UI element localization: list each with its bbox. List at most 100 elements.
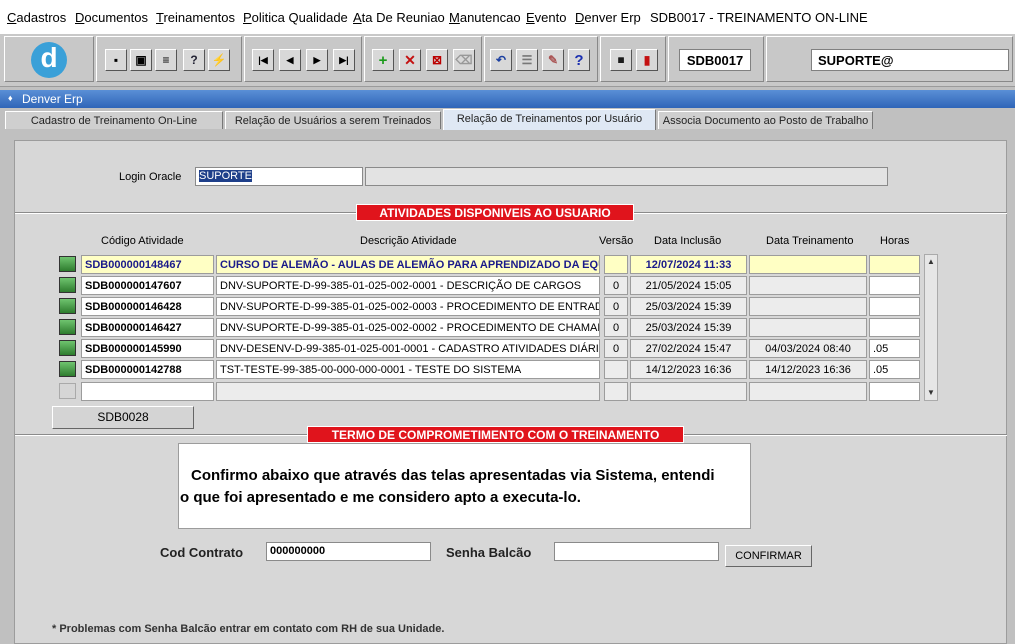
cell-date-training[interactable] [749, 276, 867, 295]
header-code: Código Atividade [101, 235, 184, 247]
cell-description[interactable]: DNV-DESENV-D-99-385-01-025-001-0001 - CA… [216, 339, 600, 358]
cell-code[interactable]: SDB000000145990 [81, 339, 214, 358]
clear-icon[interactable]: ⌫ [453, 49, 475, 71]
cell-hours[interactable] [869, 255, 920, 274]
cell-date-inclusion[interactable]: 27/02/2024 15:47 [630, 339, 747, 358]
edit-icon[interactable]: ✎ [542, 49, 564, 71]
contract-label: Cod Contrato [160, 545, 244, 560]
undo-icon[interactable]: ↶ [490, 49, 512, 71]
query-icon[interactable]: ? [183, 49, 205, 71]
scroll-down-icon[interactable]: ▼ [925, 386, 937, 400]
list-icon[interactable]: ☰ [516, 49, 538, 71]
cell-version[interactable]: 0 [604, 318, 628, 337]
cell-date-inclusion[interactable]: 25/03/2024 15:39 [630, 297, 747, 316]
menu-denver-erp[interactable]: Denver Erp [575, 10, 641, 25]
row-select-icon[interactable] [59, 256, 76, 272]
terms-line-1: Confirmo abaixo que através das telas ap… [191, 467, 715, 484]
cell-version[interactable] [604, 360, 628, 379]
password-input[interactable] [554, 542, 719, 561]
menu-politica-qualidade[interactable]: Politica Qualidade [243, 10, 348, 25]
cell-code[interactable]: SDB000000146428 [81, 297, 214, 316]
cell-hours[interactable]: .05 [869, 360, 920, 379]
menu-ata-de-reuniao[interactable]: Ata De Reuniao [353, 10, 445, 25]
cell-description[interactable]: DNV-SUPORTE-D-99-385-01-025-002-0001 - D… [216, 276, 600, 295]
confirm-button[interactable]: CONFIRMAR [725, 545, 812, 567]
cell-code[interactable] [81, 382, 214, 401]
cell-date-inclusion[interactable]: 25/03/2024 15:39 [630, 318, 747, 337]
cell-date-inclusion[interactable]: 21/05/2024 15:05 [630, 276, 747, 295]
window-title: Denver Erp [22, 92, 83, 106]
denver-logo: d [31, 42, 67, 78]
row-select-icon[interactable] [59, 319, 76, 335]
login-input[interactable]: SUPORTE [195, 167, 363, 186]
row-select-icon[interactable] [59, 361, 76, 377]
cell-version[interactable]: 0 [604, 339, 628, 358]
cell-hours[interactable] [869, 382, 920, 401]
cell-code[interactable]: SDB000000142788 [81, 360, 214, 379]
cell-date-training[interactable]: 04/03/2024 08:40 [749, 339, 867, 358]
menu-current-form[interactable]: SDB0017 - TREINAMENTO ON-LINE [650, 10, 868, 25]
menu-cadastros[interactable]: Cadastros [7, 10, 66, 25]
cell-version[interactable]: 0 [604, 297, 628, 316]
activities-scrollbar[interactable]: ▲ ▼ [924, 254, 938, 401]
tab-cadastro-treinamento[interactable]: Cadastro de Treinamento On-Line [5, 111, 223, 129]
previous-record-icon[interactable]: ◀ [279, 49, 301, 71]
cell-code[interactable]: SDB000000146427 [81, 318, 214, 337]
cell-description[interactable] [216, 382, 600, 401]
terms-line-2: o que foi apresentado e me considero apt… [180, 489, 581, 506]
cell-date-training[interactable]: 14/12/2023 16:36 [749, 360, 867, 379]
first-record-icon[interactable]: |◀ [252, 49, 274, 71]
cell-date-inclusion[interactable]: 14/12/2023 16:36 [630, 360, 747, 379]
cell-hours[interactable] [869, 297, 920, 316]
cell-date-inclusion[interactable]: 12/07/2024 11:33 [630, 255, 747, 274]
cell-date-inclusion[interactable] [630, 382, 747, 401]
cell-version[interactable]: 0 [604, 276, 628, 295]
header-date-inclusion: Data Inclusão [654, 235, 722, 247]
row-select-icon[interactable] [59, 298, 76, 314]
cell-date-training[interactable] [749, 297, 867, 316]
menu-evento[interactable]: Evento [526, 10, 566, 25]
execute-query-icon[interactable]: ⚡ [208, 49, 230, 71]
scroll-up-icon[interactable]: ▲ [925, 255, 937, 269]
exit-icon[interactable]: ▮ [636, 49, 658, 71]
next-record-icon[interactable]: ▶ [306, 49, 328, 71]
cell-hours[interactable] [869, 276, 920, 295]
header-date-training: Data Treinamento [766, 235, 854, 247]
cell-date-training[interactable] [749, 382, 867, 401]
cell-hours[interactable] [869, 318, 920, 337]
help-icon[interactable]: ? [568, 49, 590, 71]
menu-documentos[interactable]: Documentos [75, 10, 148, 25]
delete-record-icon[interactable]: ✕ [399, 49, 421, 71]
tab-usuarios-treinados[interactable]: Relação de Usuários a serem Treinados [225, 111, 441, 129]
sdb0028-button[interactable]: SDB0028 [52, 406, 194, 429]
contract-input[interactable]: 000000000 [266, 542, 431, 561]
menu-manutencao[interactable]: Manutencao [449, 10, 521, 25]
save-icon[interactable]: ▪ [105, 49, 127, 71]
tab-treinamentos-por-usuario[interactable]: Relação de Treinamentos por Usuário [443, 109, 656, 130]
cell-code[interactable]: SDB000000147607 [81, 276, 214, 295]
current-user: SUPORTE@ [811, 49, 1009, 71]
menu-treinamentos[interactable]: Treinamentos [156, 10, 235, 25]
row-select-icon[interactable] [59, 340, 76, 356]
insert-record-icon[interactable]: + [372, 49, 394, 71]
cell-description[interactable]: CURSO DE ALEMÃO - AULAS DE ALEMÃO PARA A… [216, 255, 600, 274]
cell-version[interactable] [604, 382, 628, 401]
password-label: Senha Balcão [446, 545, 532, 560]
cell-description[interactable]: DNV-SUPORTE-D-99-385-01-025-002-0002 - P… [216, 318, 600, 337]
cell-date-training[interactable] [749, 318, 867, 337]
cell-description[interactable]: TST-TESTE-99-385-00-000-000-0001 - TESTE… [216, 360, 600, 379]
print-icon[interactable]: ≡ [155, 49, 177, 71]
row-select-icon[interactable] [59, 277, 76, 293]
preview-icon[interactable]: ▣ [130, 49, 152, 71]
login-description-field [365, 167, 888, 186]
cell-hours[interactable]: .05 [869, 339, 920, 358]
cell-version[interactable] [604, 255, 628, 274]
cell-code[interactable]: SDB000000148467 [81, 255, 214, 274]
menu-icon[interactable]: ▦ [610, 49, 632, 71]
tab-associa-documento[interactable]: Associa Documento ao Posto de Trabalho [658, 111, 873, 129]
cell-description[interactable]: DNV-SUPORTE-D-99-385-01-025-002-0003 - P… [216, 297, 600, 316]
cancel-query-icon[interactable]: ⊠ [426, 49, 448, 71]
form-code-group: SDB0017 [668, 36, 764, 82]
last-record-icon[interactable]: ▶| [333, 49, 355, 71]
cell-date-training[interactable] [749, 255, 867, 274]
